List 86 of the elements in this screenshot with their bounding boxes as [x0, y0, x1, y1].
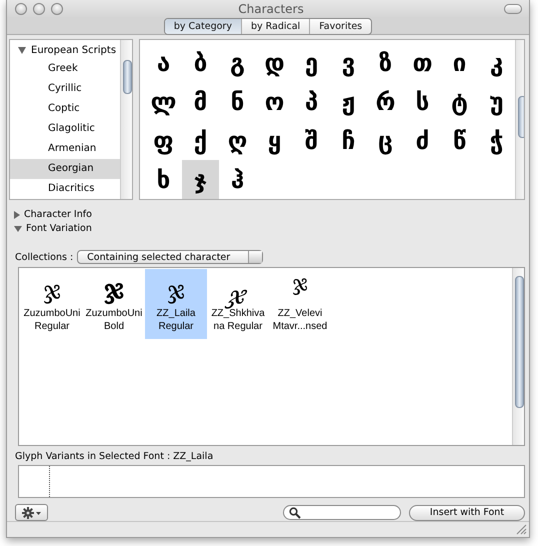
window-control-button[interactable]: [33, 3, 45, 16]
search-icon: [289, 506, 301, 519]
character-cell[interactable]: ს: [404, 82, 441, 122]
glyph-preview: ჯ: [292, 270, 308, 298]
glyph-preview: ჯ: [227, 283, 249, 308]
insert-with-font-button[interactable]: Insert with Font: [409, 504, 525, 521]
category-item[interactable]: Greek: [10, 59, 120, 80]
window-control-button[interactable]: [15, 3, 27, 16]
character-cell[interactable]: ბ: [182, 43, 219, 82]
font-item[interactable]: ჯ ZZ_Shkhiva na Regular: [207, 269, 269, 340]
category-item[interactable]: Cyrillic: [10, 79, 120, 100]
glyph-preview: ჯ: [104, 275, 124, 308]
view-tab[interactable]: by Category: [164, 19, 241, 34]
section-label[interactable]: Character Info: [24, 209, 92, 220]
collections-label: Collections :: [15, 252, 74, 263]
font-name: ZZ_Laila: [156, 307, 196, 320]
disclosure-triangle-icon[interactable]: [14, 210, 20, 219]
character-cell[interactable]: თ: [404, 43, 441, 82]
toolbar-toggle-button[interactable]: [504, 4, 522, 14]
character-cell[interactable]: ჯ: [182, 160, 219, 200]
character-cell[interactable]: კ: [478, 43, 515, 82]
category-item[interactable]: Diacritics: [10, 179, 120, 200]
character-cell[interactable]: ჟ: [330, 82, 367, 122]
font-name: Mtavr...nsed: [272, 320, 328, 334]
character-cell[interactable]: ღ: [219, 121, 256, 160]
character-cell[interactable]: მ: [182, 82, 219, 122]
character-cell[interactable]: ტ: [441, 82, 478, 122]
character-cell[interactable]: ჭ: [478, 121, 515, 160]
category-item[interactable]: Glagolitic: [10, 119, 120, 140]
view-tab[interactable]: Favorites: [309, 19, 372, 34]
action-menu-button[interactable]: [15, 504, 48, 522]
category-item[interactable]: Armenian: [10, 139, 120, 160]
character-cell[interactable]: ფ: [145, 121, 182, 160]
scrollbar[interactable]: [515, 40, 524, 200]
disclosure-triangle-icon[interactable]: [14, 226, 22, 232]
glyph-preview: ჯ: [167, 275, 185, 306]
font-item[interactable]: ჯ ZZ_Velevi Mtavr...nsed: [269, 269, 331, 340]
character-cell[interactable]: ვ: [330, 43, 367, 82]
character-cell[interactable]: ლ: [145, 82, 182, 122]
character-cell[interactable]: გ: [219, 43, 256, 82]
font-name: Bold: [104, 320, 124, 334]
font-name: ZuzumboUni: [24, 307, 80, 320]
character-cell[interactable]: ა: [145, 43, 182, 82]
character-cell[interactable]: დ: [256, 43, 293, 82]
character-cell[interactable]: ძ: [404, 121, 441, 160]
window-title: Characters: [237, 2, 305, 16]
font-name: ZZ_Velevi: [278, 307, 322, 320]
font-name: na Regular: [214, 320, 262, 334]
character-cell[interactable]: ნ: [219, 82, 256, 122]
category-item[interactable]: Coptic: [10, 99, 120, 120]
character-cell[interactable]: ქ: [182, 121, 219, 160]
character-cell[interactable]: ყ: [256, 121, 293, 160]
gear-icon: [22, 506, 42, 519]
character-cell[interactable]: ჩ: [330, 121, 367, 160]
glyph-variants-label: Glyph Variants in Selected Font : ZZ_Laila: [14, 450, 214, 462]
character-cell[interactable]: პ: [293, 82, 330, 122]
disclosure-triangle-icon[interactable]: [18, 47, 26, 54]
font-name: Regular: [158, 320, 194, 334]
font-name: Regular: [34, 320, 70, 334]
character-cell[interactable]: ი: [441, 43, 478, 82]
character-cell[interactable]: ო: [256, 82, 293, 122]
section-label[interactable]: Font Variation: [26, 223, 92, 234]
font-item[interactable]: ჯ ZZ_Laila Regular: [145, 269, 207, 340]
collections-dropdown[interactable]: Containing selected character: [77, 250, 264, 264]
view-tab[interactable]: by Radical: [240, 19, 310, 34]
font-name: ZuzumboUni: [86, 307, 142, 320]
character-cell[interactable]: ჰ: [219, 160, 256, 200]
character-cell[interactable]: ხ: [145, 160, 182, 200]
font-item[interactable]: ჯ ZuzumboUni Regular: [21, 269, 83, 340]
category-group-label[interactable]: European Scripts: [31, 45, 116, 56]
font-item[interactable]: ჯ ZuzumboUni Bold: [83, 269, 145, 340]
character-cell[interactable]: შ: [293, 121, 330, 160]
category-item[interactable]: Georgian: [10, 159, 120, 180]
font-name: ZZ_Shkhiva: [211, 308, 265, 320]
window-control-button[interactable]: [51, 3, 63, 16]
scrollbar[interactable]: [512, 268, 524, 446]
search-field[interactable]: [283, 505, 401, 520]
character-cell[interactable]: ზ: [367, 43, 404, 82]
character-cell[interactable]: რ: [367, 82, 404, 122]
character-cell[interactable]: ე: [293, 43, 330, 82]
scrollbar[interactable]: [120, 40, 132, 200]
resize-grip-icon[interactable]: [516, 524, 527, 536]
glyph-preview: ჯ: [43, 275, 61, 306]
character-cell[interactable]: ც: [367, 121, 404, 160]
character-cell[interactable]: წ: [441, 121, 478, 160]
character-cell[interactable]: უ: [478, 82, 515, 122]
